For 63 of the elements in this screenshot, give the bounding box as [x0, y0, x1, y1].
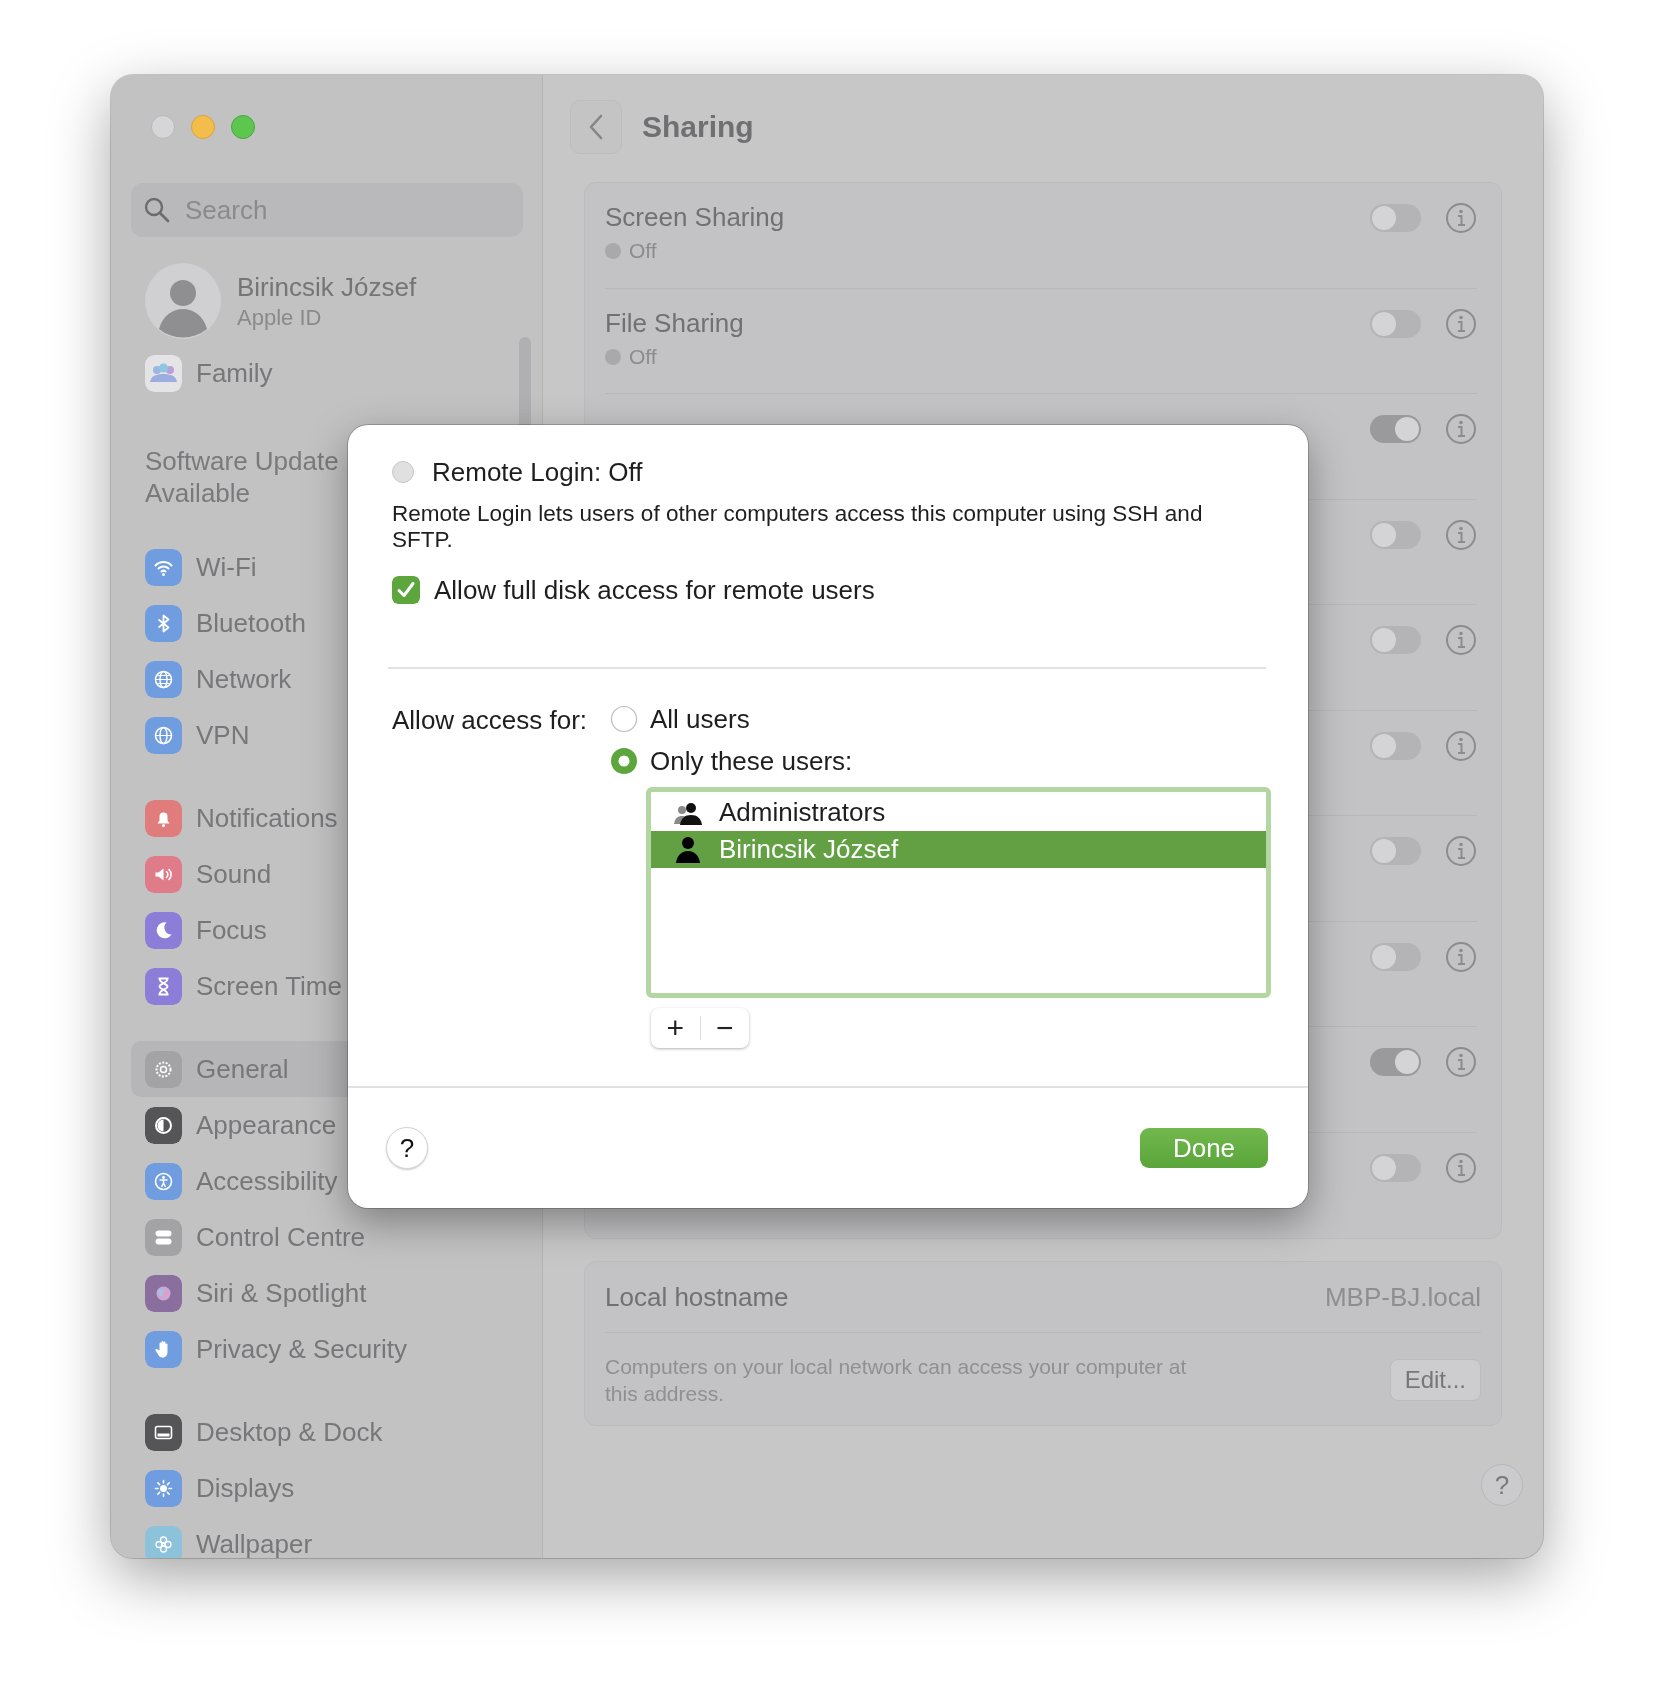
toggle-switch[interactable]: [1370, 1153, 1421, 1182]
remove-button[interactable]: −: [700, 1008, 749, 1048]
sidebar-item[interactable]: Sound: [131, 846, 511, 902]
radio-button[interactable]: [610, 747, 638, 775]
add-button[interactable]: +: [651, 1008, 700, 1048]
info-icon[interactable]: [1445, 202, 1477, 234]
toggle-switch[interactable]: [1370, 731, 1421, 760]
help-button[interactable]: ?: [386, 1127, 428, 1169]
chevron-left-icon: [588, 113, 604, 141]
help-button[interactable]: ?: [1481, 1464, 1523, 1506]
info-icon[interactable]: [1445, 1046, 1477, 1078]
sidebar-item[interactable]: Desktop & Dock: [131, 1404, 511, 1460]
sidebar-item[interactable]: Privacy & Security: [131, 1321, 511, 1377]
done-button[interactable]: Done: [1140, 1128, 1268, 1168]
toggle-switch[interactable]: [1370, 520, 1421, 549]
user-row[interactable]: Birincsik József: [651, 831, 1266, 868]
info-icon[interactable]: [1445, 835, 1477, 867]
sidebar-item[interactable]: Notifications: [131, 790, 511, 846]
toggle-switch[interactable]: [1370, 942, 1421, 971]
sidebar-item[interactable]: Siri & Spotlight: [131, 1265, 511, 1321]
toggle-switch[interactable]: [1370, 1048, 1421, 1076]
info-icon[interactable]: [1445, 1151, 1477, 1184]
checkbox-label: Allow full disk access for remote users: [434, 574, 875, 606]
info-icon[interactable]: [1445, 307, 1477, 340]
close-button[interactable]: [151, 115, 175, 139]
people-icon: [145, 354, 182, 392]
radio-button[interactable]: [610, 705, 638, 733]
dialog-description: Remote Login lets users of other computers access this computer using SSH and SFTP.: [392, 501, 1204, 553]
back-button[interactable]: [570, 100, 622, 154]
sidebar-item[interactable]: Screen Time: [131, 958, 511, 1014]
toggle-switch[interactable]: [1370, 415, 1421, 443]
info-icon[interactable]: [1445, 518, 1477, 551]
search-icon: [143, 196, 171, 224]
zoom-button[interactable]: [231, 115, 255, 139]
page-title: Sharing: [642, 110, 754, 144]
edit-button[interactable]: Edit...: [1389, 1359, 1481, 1401]
service-label: File Sharing: [605, 307, 745, 339]
sidebar-item[interactable]: Wallpaper: [131, 1516, 511, 1558]
account-name[interactable]: Birincsik József: [237, 271, 417, 303]
info-icon[interactable]: [1445, 729, 1477, 762]
toggle-switch[interactable]: [1370, 626, 1421, 654]
service-label: Screen Sharing: [605, 202, 786, 233]
checkbox[interactable]: [392, 576, 420, 604]
minimize-button[interactable]: [191, 115, 215, 139]
dialog-title: Remote Login: Off: [432, 456, 643, 488]
info-icon[interactable]: [1445, 413, 1477, 445]
user-row[interactable]: Administrators: [651, 794, 1266, 831]
toggle-switch[interactable]: [1370, 204, 1421, 232]
account-subtitle: Apple ID: [237, 304, 323, 331]
sidebar-item[interactable]: Displays: [131, 1460, 511, 1516]
toggle-switch[interactable]: [1370, 309, 1421, 338]
sidebar-item[interactable]: Control Centre: [131, 1209, 511, 1265]
sidebar-item[interactable]: Family: [131, 345, 401, 401]
info-icon[interactable]: [1445, 624, 1477, 656]
info-icon[interactable]: [1445, 940, 1477, 973]
access-label: Allow access for:: [392, 704, 589, 737]
toggle-switch[interactable]: [1370, 837, 1421, 865]
hostname-label: Local hostname: [605, 1281, 789, 1313]
radio-label: All users: [650, 703, 750, 735]
radio-label: Only these users:: [650, 745, 853, 777]
sidebar-item[interactable]: Network: [131, 651, 511, 707]
sidebar-item[interactable]: Focus: [131, 902, 511, 958]
avatar[interactable]: [145, 263, 221, 339]
